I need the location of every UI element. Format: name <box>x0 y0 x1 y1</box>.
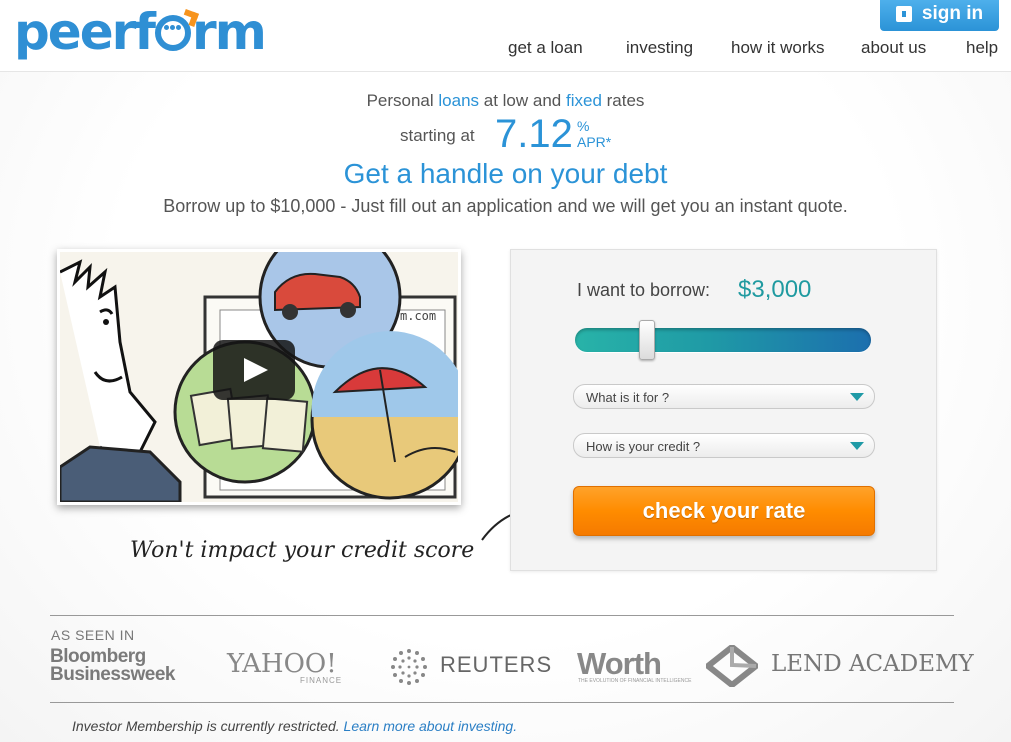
page: peerf rm sign in get a loan investing how… <box>0 0 1011 742</box>
nav-investing[interactable]: investing <box>626 38 693 58</box>
reuters-logo: REUTERS <box>440 652 553 677</box>
rate-unit: % <box>577 118 590 134</box>
starting-at-label: starting at <box>400 126 475 145</box>
lend-academy-logo: LEND ACADEMY <box>771 651 974 677</box>
play-icon[interactable] <box>213 340 295 400</box>
yahoo-logo: YAHOO! <box>227 649 337 679</box>
lend-academy-icon <box>706 645 758 687</box>
page-subline: Borrow up to $10,000 - Just fill out an … <box>163 196 848 216</box>
sign-in-button[interactable]: sign in <box>880 0 999 31</box>
bloomberg-logo: Bloomberg Businessweek <box>50 647 175 685</box>
site-header: peerf rm sign in get a loan investing how… <box>0 0 1011 72</box>
divider <box>50 615 954 616</box>
divider <box>50 702 954 703</box>
sign-in-label: sign in <box>921 2 984 24</box>
borrow-label: I want to borrow: <box>577 280 711 300</box>
loan-form-card: I want to borrow: $3,000 What is it for … <box>510 249 937 571</box>
credit-score-note: Won't impact your credit score <box>130 538 475 563</box>
rate-value: 7.12 <box>495 112 573 156</box>
apr-label: APR* <box>577 134 612 150</box>
tagline-text: rates <box>601 91 645 110</box>
chevron-down-icon <box>850 442 864 450</box>
check-your-rate-button[interactable]: check your rate <box>573 486 875 536</box>
tagline-text: Personal <box>366 91 439 110</box>
credit-select[interactable]: How is your credit ? <box>573 433 875 458</box>
nav-help[interactable]: help <box>966 38 998 58</box>
page-headline: Get a handle on your debt <box>343 158 668 189</box>
purpose-select[interactable]: What is it for ? <box>573 384 875 409</box>
credit-select-label: How is your credit ? <box>586 439 701 454</box>
learn-more-investing-link[interactable]: Learn more about investing. <box>344 718 518 734</box>
illustration-url: m.com <box>400 309 436 323</box>
reuters-dots-icon <box>391 649 427 685</box>
as-seen-in-heading: AS SEEN IN <box>51 627 135 643</box>
worth-tagline: THE EVOLUTION OF FINANCIAL INTELLIGENCE <box>578 678 692 684</box>
intro-video[interactable]: m.com <box>57 249 461 505</box>
investor-note: Investor Membership is currently restric… <box>72 718 517 734</box>
chevron-down-icon <box>850 393 864 401</box>
lock-icon <box>895 5 912 22</box>
borrow-amount: $3,000 <box>738 276 812 303</box>
borrow-slider-track[interactable] <box>575 328 871 352</box>
borrow-slider-handle[interactable] <box>639 320 655 360</box>
bloomberg-line-2: Businessweek <box>50 664 175 685</box>
tagline-loans: loans <box>438 91 480 110</box>
main-nav: get a loan investing how it works about … <box>0 38 1011 60</box>
hero-tagline: Personal loans at low and fixed rates <box>0 91 1011 111</box>
nav-about-us[interactable]: about us <box>861 38 926 58</box>
purpose-select-label: What is it for ? <box>586 390 670 405</box>
nav-how-it-works[interactable]: how it works <box>731 38 825 58</box>
tagline-fixed: fixed <box>565 91 602 110</box>
investor-note-text: Investor Membership is currently restric… <box>72 718 344 734</box>
nav-get-a-loan[interactable]: get a loan <box>508 38 583 58</box>
yahoo-finance-label: FINANCE <box>300 676 343 685</box>
tagline-text: at low and <box>479 91 566 110</box>
worth-logo: Worth <box>577 646 662 681</box>
